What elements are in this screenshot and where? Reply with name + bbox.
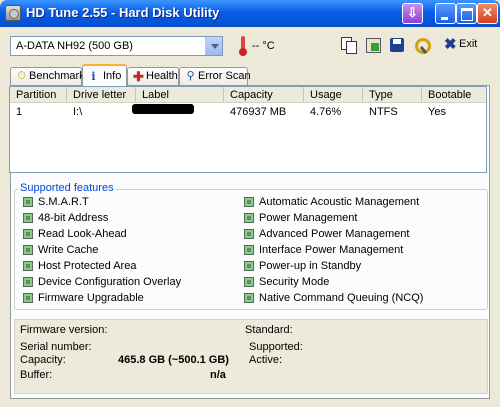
column-header-label[interactable]: Label: [136, 87, 224, 103]
column-header-usage[interactable]: Usage: [304, 87, 363, 103]
title-bar: HD Tune 2.55 - Hard Disk Utility ⇩ ✕: [0, 0, 500, 27]
tab-label: Health: [146, 70, 178, 82]
temperature-readout: -- °C: [252, 40, 275, 52]
feature-check-icon: [23, 197, 33, 207]
copy-icon[interactable]: [340, 36, 358, 54]
exit-button[interactable]: ✖ Exit: [442, 35, 488, 55]
feature-label: 48-bit Address: [38, 212, 109, 224]
thermometer-icon: [238, 36, 248, 56]
feature-label: Automatic Acoustic Management: [259, 196, 420, 208]
feature-check-icon: [244, 293, 254, 303]
feature-check-icon: [244, 245, 254, 255]
tab-health[interactable]: ✚ Health: [127, 67, 179, 85]
cross-icon: ✚: [133, 69, 144, 84]
cell-drive-letter: I:\: [73, 106, 83, 118]
column-header-partition[interactable]: Partition: [10, 87, 67, 103]
feature-label: Firmware Upgradable: [38, 292, 144, 304]
feature-label: Host Protected Area: [38, 260, 137, 272]
supported-features-title: Supported features: [18, 182, 116, 194]
feature-check-icon: [23, 245, 33, 255]
tab-benchmark[interactable]: ⏱ Benchmark: [10, 67, 85, 85]
feature-label: Device Configuration Overlay: [38, 276, 182, 288]
cell-bootable: Yes: [428, 106, 446, 118]
tab-info[interactable]: i Info: [82, 64, 127, 86]
feature-check-icon: [244, 261, 254, 271]
feature-label: Advanced Power Management: [259, 228, 410, 240]
minimize-button[interactable]: [435, 3, 456, 24]
feature-label: Power Management: [259, 212, 358, 224]
feature-label: Read Look-Ahead: [38, 228, 127, 240]
firmware-version-label: Firmware version:: [20, 324, 108, 336]
supported-label: Supported:: [249, 341, 303, 353]
redacted-label: [132, 104, 194, 114]
tab-label: Benchmark: [29, 70, 85, 82]
capacity-value: 465.8 GB (~500.1 GB): [118, 354, 229, 366]
hd-tune-app-icon[interactable]: [5, 5, 21, 21]
maximize-button[interactable]: [456, 3, 477, 24]
exit-label: Exit: [459, 38, 478, 50]
capacity-label: Capacity:: [20, 354, 66, 366]
table-header: Partition Drive letter Label Capacity Us…: [10, 87, 486, 103]
info-icon: i: [91, 70, 96, 83]
partition-table: Partition Drive letter Label Capacity Us…: [9, 86, 487, 173]
window-title: HD Tune 2.55 - Hard Disk Utility: [26, 5, 220, 20]
stopwatch-icon: ⏱: [17, 70, 26, 82]
options-icon[interactable]: [364, 36, 382, 54]
cell-type: NTFS: [369, 106, 398, 118]
feature-label: Write Cache: [38, 244, 99, 256]
feature-label: Interface Power Management: [259, 244, 404, 256]
magnifier-icon: ⚲: [186, 70, 195, 82]
column-header-drive-letter[interactable]: Drive letter: [67, 87, 136, 103]
tab-label: Info: [103, 70, 122, 82]
cell-capacity: 476937 MB: [230, 106, 287, 118]
drive-select-value: A-DATA NH92 (500 GB): [16, 40, 133, 52]
tab-error-scan[interactable]: ⚲ Error Scan: [179, 67, 251, 85]
feature-check-icon: [244, 229, 254, 239]
settings-icon[interactable]: [412, 36, 431, 54]
close-button[interactable]: ✕: [477, 3, 498, 24]
chevron-down-icon[interactable]: [205, 37, 222, 55]
exit-icon: ✖: [444, 36, 457, 53]
cell-usage: 4.76%: [310, 106, 342, 118]
buffer-label: Buffer:: [20, 369, 53, 381]
cell-partition: 1: [16, 106, 23, 118]
feature-check-icon: [23, 277, 33, 287]
standard-label: Standard:: [245, 324, 293, 336]
feature-label: Native Command Queuing (NCQ): [259, 292, 424, 304]
active-label: Active:: [249, 354, 283, 366]
feature-check-icon: [23, 229, 33, 239]
serial-number-label: Serial number:: [20, 341, 92, 353]
tab-label: Error Scan: [198, 70, 251, 82]
column-header-type[interactable]: Type: [363, 87, 422, 103]
feature-check-icon: [244, 197, 254, 207]
column-header-capacity[interactable]: Capacity: [224, 87, 304, 103]
drive-select[interactable]: A-DATA NH92 (500 GB): [10, 36, 223, 56]
feature-check-icon: [244, 277, 254, 287]
update-button[interactable]: ⇩: [402, 3, 423, 24]
feature-check-icon: [23, 213, 33, 223]
save-icon[interactable]: [388, 36, 406, 54]
feature-label: S.M.A.R.T: [38, 196, 89, 208]
feature-label: Security Mode: [259, 276, 330, 288]
column-header-bootable[interactable]: Bootable: [422, 87, 486, 103]
feature-check-icon: [244, 213, 254, 223]
feature-check-icon: [23, 293, 33, 303]
buffer-value: n/a: [210, 369, 226, 381]
feature-check-icon: [23, 261, 33, 271]
feature-label: Power-up in Standby: [259, 260, 362, 272]
